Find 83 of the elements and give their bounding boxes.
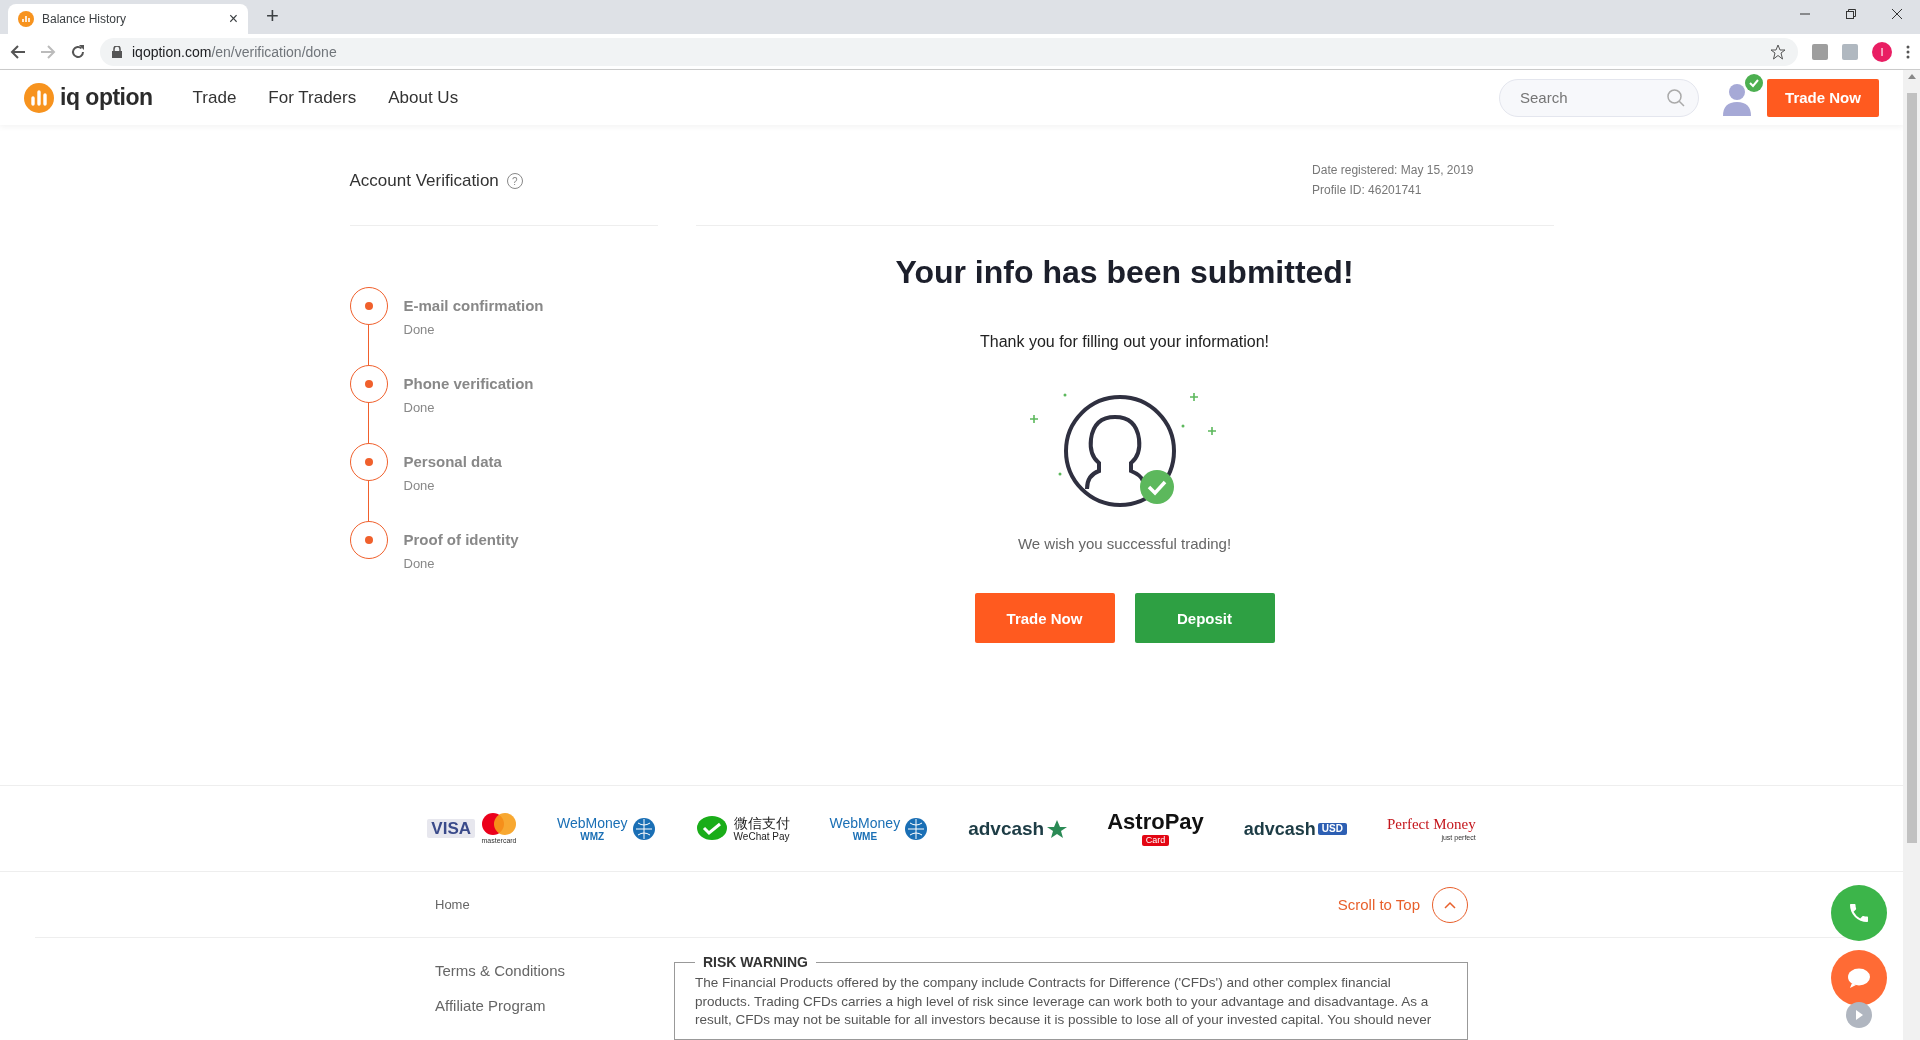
breadcrumb-link[interactable]: Home <box>435 897 470 913</box>
browser-tab[interactable]: Balance History × <box>8 4 248 34</box>
scroll-to-top-button[interactable]: Scroll to Top <box>1337 886 1468 923</box>
reload-button[interactable] <box>70 43 86 60</box>
logo-text: WebMoney <box>557 815 628 830</box>
step-status: Done <box>403 400 436 416</box>
logo-text: 微信支付 <box>733 815 790 830</box>
nav-link[interactable]: For Traders <box>268 87 357 108</box>
action-button[interactable]: Deposit <box>1134 593 1275 644</box>
step-circle-icon <box>349 287 388 326</box>
new-tab-button[interactable]: + <box>260 2 285 30</box>
search-icon <box>1667 88 1685 107</box>
extension-icon[interactable] <box>1842 43 1858 60</box>
profile-button[interactable]: I <box>1872 41 1892 62</box>
verified-badge-icon <box>1745 73 1763 92</box>
logo-text: WME <box>852 831 878 842</box>
logo-text: Card <box>1141 835 1170 847</box>
section-title: Account Verification <box>349 171 499 192</box>
logo-text: advcash <box>1243 819 1316 838</box>
lock-icon <box>112 45 122 58</box>
logo-text: WMZ <box>580 831 605 842</box>
bars-logo-icon <box>18 11 34 27</box>
play-icon <box>1855 1010 1863 1020</box>
tab-title: Balance History <box>42 12 128 26</box>
step-title: Personal data <box>403 453 502 471</box>
logo-text: AstroPay <box>1107 811 1204 834</box>
restore-icon <box>1846 9 1856 19</box>
thank-you-text: Thank you for filling out your information! <box>980 333 1269 352</box>
date-registered-text: Date registered: May 15, 2019 <box>1312 163 1474 178</box>
mastercard-circles-icon <box>481 813 517 836</box>
nav-link[interactable]: Trade <box>192 87 237 108</box>
logo-text: VISA <box>427 819 475 839</box>
step-status: Done <box>403 478 436 494</box>
bars-logo-icon <box>24 82 54 113</box>
success-heading: Your info has been submitted! <box>895 254 1354 292</box>
step-circle-icon <box>349 365 388 404</box>
address-bar[interactable]: iqoption.com/en/verification/done <box>100 37 1798 66</box>
logo-text: WeChat Pay <box>733 831 790 842</box>
step-connector-line <box>367 481 369 522</box>
extension-icon[interactable] <box>1812 43 1828 60</box>
phone-icon <box>1847 901 1871 925</box>
step-title: Proof of identity <box>403 531 519 549</box>
step-connector-line <box>367 403 369 444</box>
brand-logo-text: iq option <box>60 84 153 112</box>
chat-button[interactable] <box>1831 950 1887 1006</box>
check-bubble-icon <box>695 814 728 843</box>
forward-button[interactable] <box>40 43 56 60</box>
star-icon <box>1047 819 1068 838</box>
logo-text: advcash <box>968 819 1045 839</box>
footer-link[interactable]: Affiliate Program <box>435 997 618 1015</box>
logo-text: WebMoney <box>829 815 901 830</box>
back-button[interactable] <box>10 43 26 60</box>
url-text: iqoption.com/en/verification/done <box>132 43 337 60</box>
step-status: Done <box>403 556 436 572</box>
step-status: Done <box>403 322 436 338</box>
phone-button[interactable] <box>1831 885 1887 941</box>
close-tab-button[interactable]: × <box>228 10 238 28</box>
step-title: Phone verification <box>403 375 534 393</box>
nav-link[interactable]: About Us <box>388 87 459 108</box>
wish-text: We wish you successful trading! <box>1017 535 1232 553</box>
action-button[interactable]: Trade Now <box>974 593 1115 644</box>
globe-icon <box>904 816 929 841</box>
footer-link[interactable]: Terms & Conditions <box>435 962 618 980</box>
step-circle-icon <box>349 443 388 482</box>
chat-bubble-icon <box>1847 967 1871 989</box>
step-circle-icon <box>349 521 388 560</box>
profile-id-text: Profile ID: 46201741 <box>1312 183 1423 198</box>
risk-warning-title: RISK WARNING <box>702 954 809 971</box>
globe-icon <box>631 816 656 841</box>
scroll-up-arrow-icon[interactable] <box>1907 74 1916 79</box>
logo-text: Perfect Money <box>1386 816 1476 832</box>
logo-text: USD <box>1317 822 1347 835</box>
trade-now-button[interactable]: Trade Now <box>1767 78 1879 117</box>
risk-warning-text: The Financial Products offered by the company include Contracts for Difference ('CFDs') and other complex financial products. Trading CFDs carries a high level of risk since leverage can work both to your advantage and disadvantage. As a result, CFDs may not be suitable for all investors because it is possible to lose all of your invested capital. You should never <box>695 974 1433 1029</box>
expand-button[interactable] <box>1846 1002 1872 1028</box>
step-title: E-mail confirmation <box>403 297 544 315</box>
close-icon <box>1892 9 1902 19</box>
step-connector-line <box>367 325 369 366</box>
scrollbar[interactable] <box>1903 70 1920 1040</box>
star-icon[interactable] <box>1770 43 1786 60</box>
caret-up-icon <box>1444 900 1456 909</box>
menu-icon[interactable] <box>1906 44 1910 59</box>
search-field[interactable]: Search <box>1499 78 1699 117</box>
